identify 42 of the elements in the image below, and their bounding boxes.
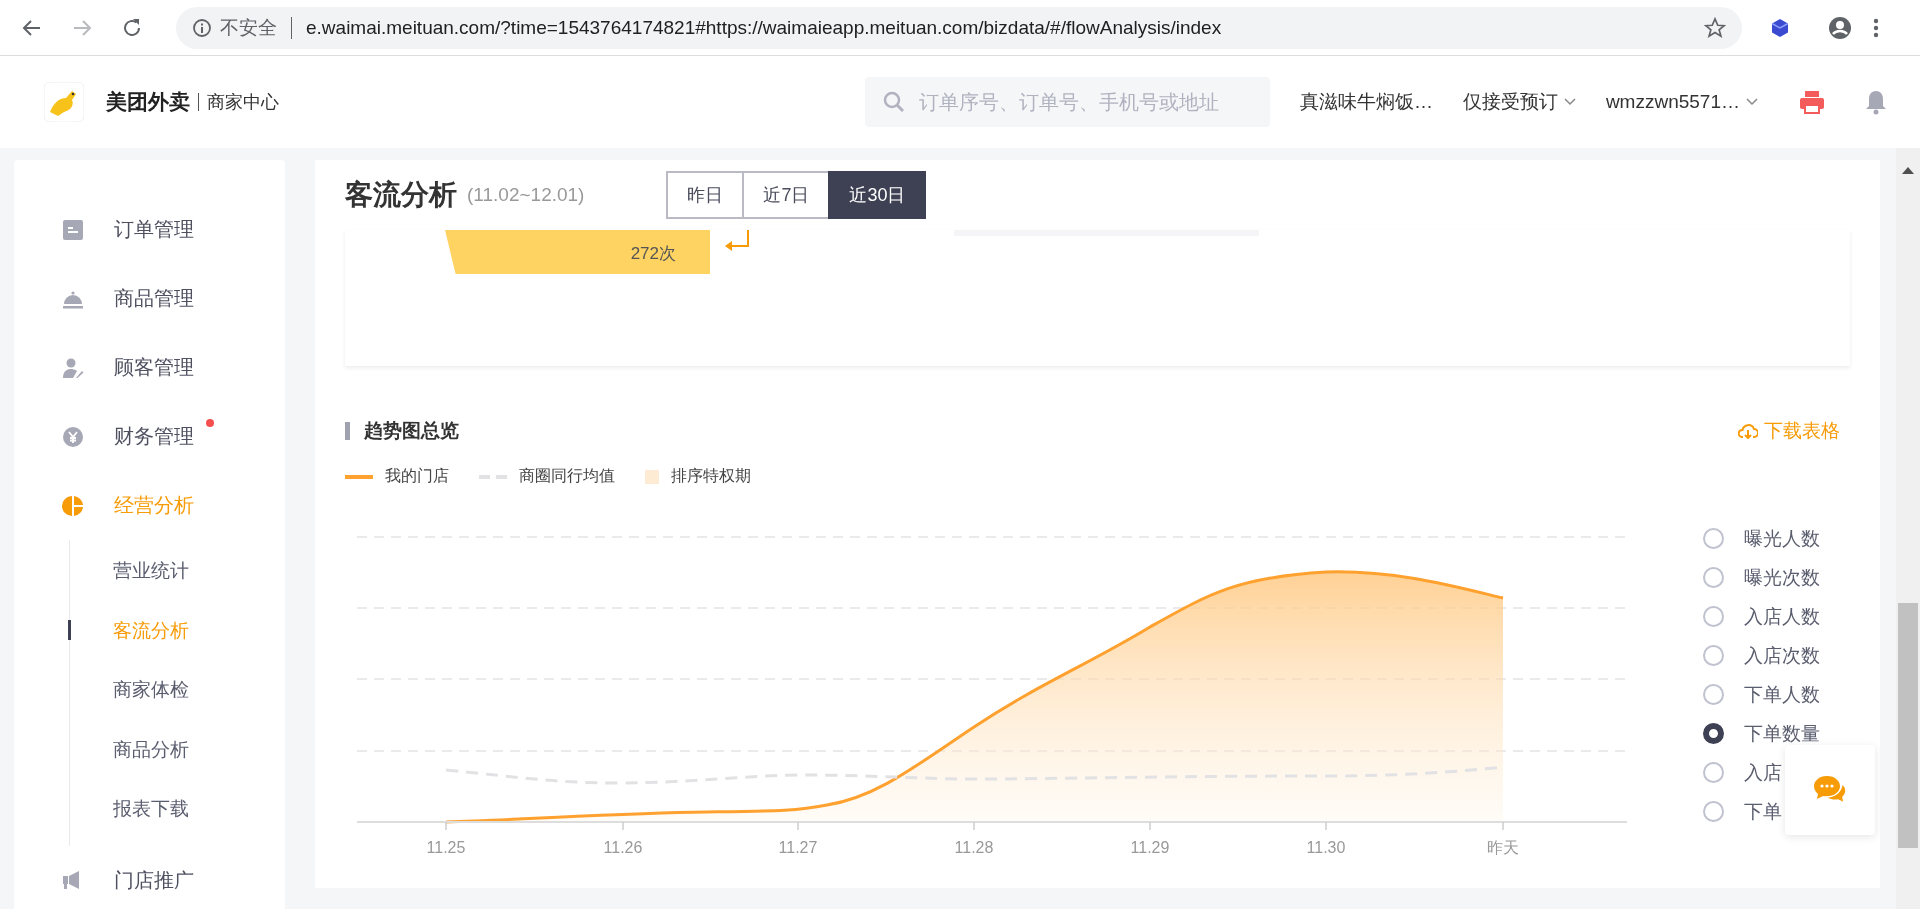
account-dropdown[interactable]: wmzzwn5571… [1605,91,1758,113]
sidebar-subitem[interactable]: 商家体检 [70,659,285,719]
page-title: 客流分析 [345,178,457,212]
axis-label: 11.26 [603,839,643,856]
axis-label: 11.25 [426,839,466,856]
axis-label: 11.30 [1306,839,1346,856]
metric-radio[interactable]: 下单人数 [1703,675,1820,714]
sidebar-item[interactable]: 门店推广 [14,845,285,909]
address-bar[interactable]: 不安全 e.waimai.meituan.com/?time=1543764174821#https://waimaieapp.meituan.com/bizdata/#/flowAnalysis/index [176,6,1742,49]
sidebar-subitem[interactable]: 报表下载 [70,778,285,838]
metric-radio[interactable]: 下单 [1703,792,1782,831]
axis-label: 昨天 [1487,839,1519,856]
sidebar-item[interactable]: 顾客管理 [14,333,285,402]
period-tab[interactable]: 昨日 [666,171,745,219]
funnel-value: 272次 [630,243,676,265]
axis-label: 11.27 [778,839,818,856]
axis-label: 11.29 [1130,839,1170,856]
sidebar-item[interactable]: 商品管理 [14,264,285,333]
legend-label: 商圈同行均值 [519,466,615,486]
sidebar-subitem[interactable]: 营业统计 [70,540,285,600]
url-text: e.waimai.meituan.com/?time=1543764174821#https://waimaieapp.meituan.com/bizdata/#/flowAnalysis/index [306,16,1223,39]
legend-label: 排序特权期 [671,466,751,486]
brand-name: 美团外卖 [106,89,190,115]
date-range: (11.02~12.01) [467,184,585,206]
metric-radio[interactable]: 入店次数 [1703,636,1820,675]
sidebar-item[interactable]: 订单管理 [14,195,285,264]
legend-label: 我的门店 [385,466,449,486]
store-name[interactable]: 真滋味牛焖饭… [1299,89,1433,115]
period-tab[interactable]: 近30日 [828,171,927,219]
security-label: 不安全 [220,15,277,40]
period-tab[interactable]: 近7日 [742,171,831,219]
sidebar-item[interactable]: 财务管理 [14,402,285,471]
metric-radio[interactable]: 曝光次数 [1703,558,1820,597]
metric-radio[interactable]: 入店人数 [1703,597,1820,636]
search-field[interactable]: 订单序号、订单号、手机号或地址 [864,77,1270,127]
metric-radio[interactable]: 入店 [1703,753,1782,792]
axis-label: 11.28 [954,839,994,856]
metric-radio[interactable]: 曝光人数 [1703,519,1820,558]
order-mode-dropdown[interactable]: 仅接受预订 [1462,89,1576,115]
sidebar-subitem[interactable]: 商品分析 [70,718,285,778]
section-title: 趋势图总览 [364,419,459,443]
portal-name: 商家中心 [207,91,279,114]
